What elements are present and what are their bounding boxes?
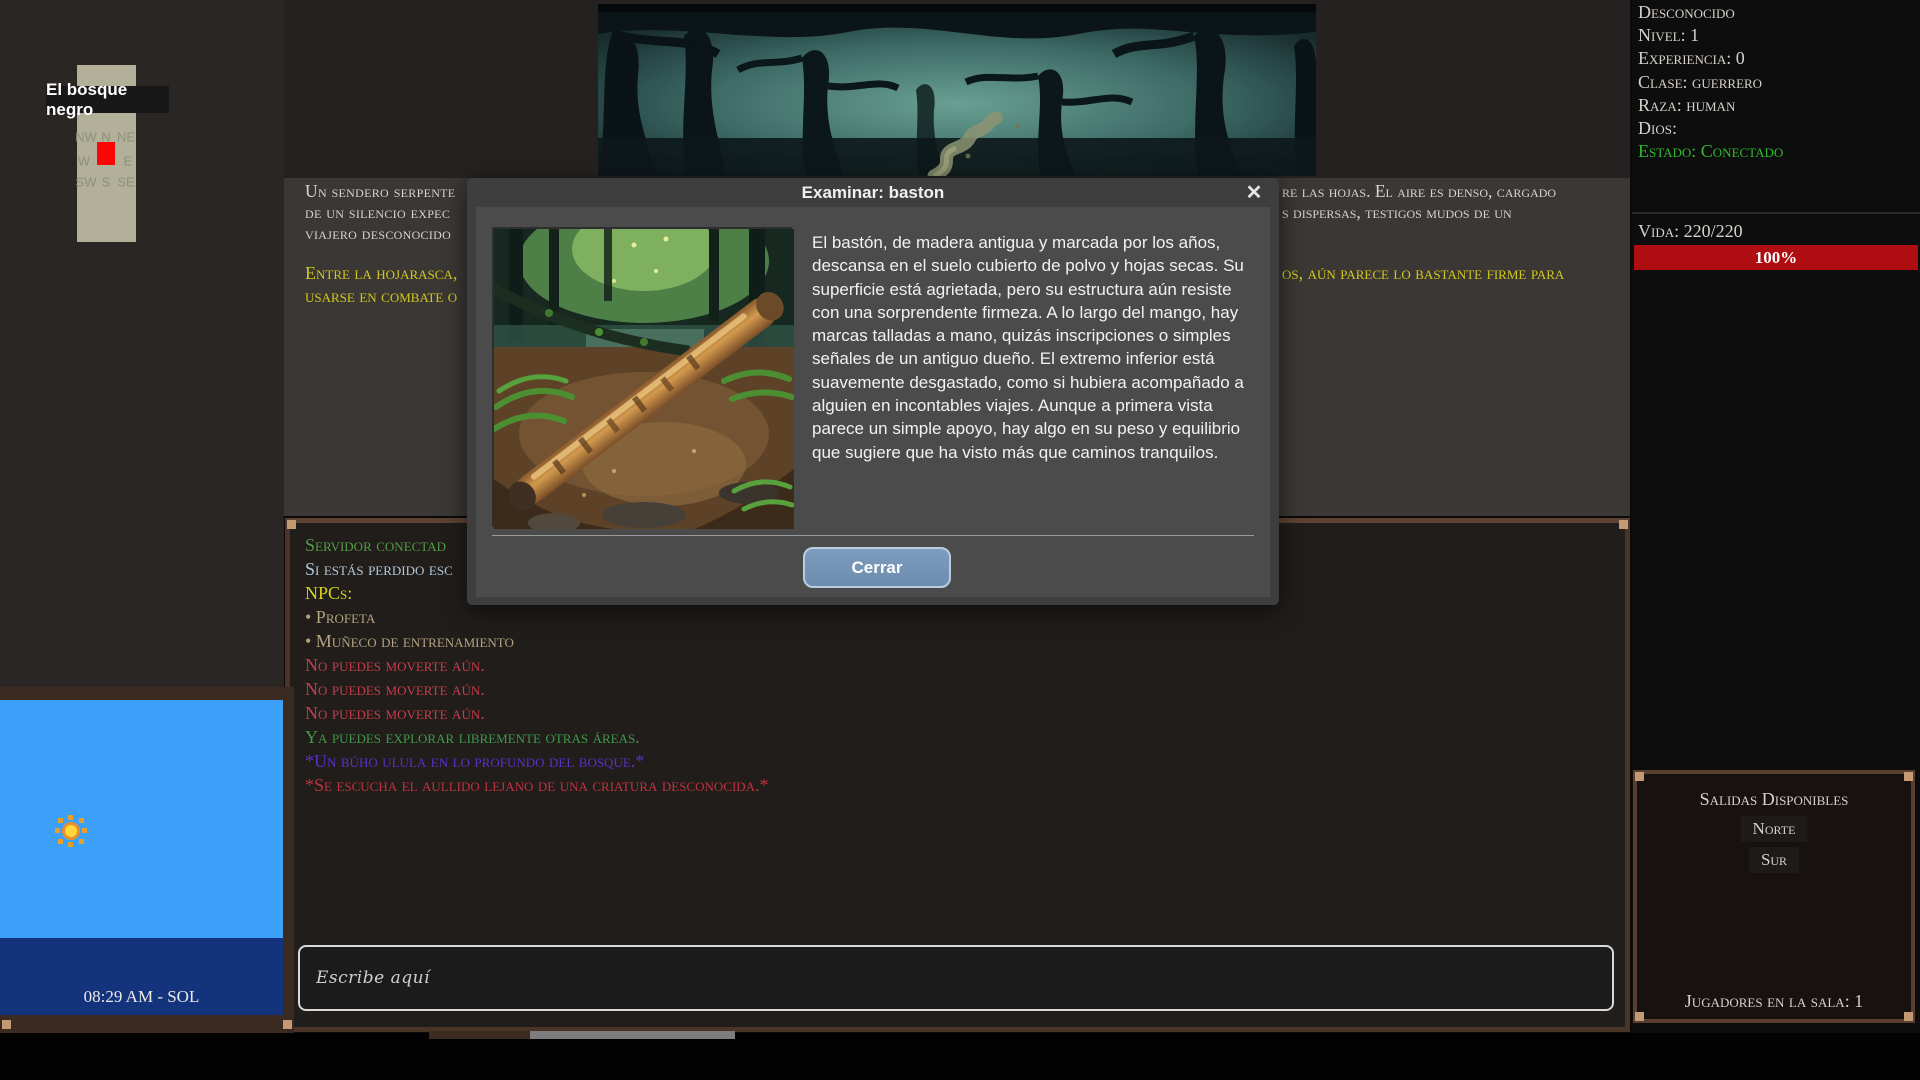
frame-corner	[1904, 1012, 1913, 1021]
chat-message: No puedes moverte aún.	[305, 653, 1485, 677]
health-bar: 100%	[1634, 245, 1918, 270]
item-image	[492, 227, 792, 527]
compass-cell-nw[interactable]: NW	[75, 130, 97, 145]
close-icon[interactable]: ✕	[1241, 180, 1267, 206]
modal-title: Examinar: baston	[467, 178, 1279, 207]
chat-message: *Un búho ulula en lo profundo del bosque…	[305, 749, 1485, 773]
frame-corner	[1635, 772, 1644, 781]
exits-panel: Salidas Disponibles Norte Sur Jugadores …	[1633, 770, 1915, 1023]
stat-level: Nivel: 1	[1638, 24, 1783, 47]
frame-corner	[283, 1020, 292, 1029]
stat-experience: Experiencia: 0	[1638, 47, 1783, 70]
item-description: El bastón, de madera antigua y marcada p…	[812, 231, 1256, 464]
frame-corner	[1904, 772, 1913, 781]
chat-message: No puedes moverte aún.	[305, 677, 1485, 701]
frame-corner	[287, 520, 296, 529]
stat-god: Dios:	[1638, 117, 1783, 140]
forest-scene-image	[598, 4, 1316, 176]
sun-icon	[57, 817, 85, 845]
item-highlight-line-1-tail: os, aún parece lo bastante firme para	[1282, 262, 1564, 284]
bottom-bar	[0, 1033, 1920, 1080]
compass-cell-ne[interactable]: NE	[117, 130, 135, 145]
chat-message: No puedes moverte aún.	[305, 701, 1485, 725]
cerrar-button[interactable]: Cerrar	[803, 547, 951, 588]
frame-debris	[530, 1031, 735, 1039]
exit-button-sur[interactable]: Sur	[1749, 847, 1799, 873]
command-input[interactable]	[298, 945, 1614, 1011]
sidebar-divider	[1632, 212, 1920, 214]
frame-corner	[2, 1020, 11, 1029]
weather-widget: 08:29 AM - SOL	[0, 687, 294, 1033]
health-label: Vida: 220/220	[1638, 221, 1743, 242]
stat-class: Clase: guerrero	[1638, 71, 1783, 94]
examine-modal: Examinar: baston ✕	[467, 178, 1279, 605]
status-badge: Estado: Conectado	[1638, 140, 1783, 163]
compass-cell-sw[interactable]: SW	[76, 175, 97, 190]
exits-title: Salidas Disponibles	[1637, 789, 1911, 810]
chat-message: • Muñeco de entrenamiento	[305, 629, 1485, 653]
room-line-1: Un sendero serpente	[305, 181, 455, 202]
player-position-marker	[97, 142, 115, 165]
modal-body: El bastón, de madera antigua y marcada p…	[476, 207, 1270, 597]
frame-debris	[429, 1031, 530, 1039]
chat-message: • Profeta	[305, 605, 1485, 629]
room-line-1-tail: re las hojas. El aire es denso, cargado	[1282, 181, 1556, 202]
game-screen: NW N NE W E SW S SE El bosque negro	[0, 0, 1920, 1080]
room-line-2: de un silencio expec	[305, 202, 450, 223]
stat-race: Raza: human	[1638, 94, 1783, 117]
players-count: Jugadores en la sala: 1	[1637, 991, 1911, 1012]
player-name: Desconocido	[1638, 1, 1783, 24]
frame-corner	[1635, 1012, 1644, 1021]
compass-cell-w[interactable]: W	[78, 154, 90, 169]
exit-button-norte[interactable]: Norte	[1741, 816, 1808, 842]
room-line-2-tail: s dispersas, testigos mudos de un	[1282, 202, 1512, 223]
compass-cell-e[interactable]: E	[124, 154, 133, 169]
modal-divider	[492, 535, 1254, 536]
room-line-3: viajero desconocido	[305, 223, 451, 244]
stats-sidebar: Desconocido Nivel: 1 Experiencia: 0 Clas…	[1632, 0, 1920, 1033]
area-name-label: El bosque negro	[46, 86, 169, 113]
item-highlight-line-1: Entre la hojarasca,	[305, 262, 457, 284]
sky-panel	[0, 700, 283, 938]
item-highlight-line-2: usarse en combate o	[305, 285, 457, 307]
chat-message: *Se escucha el aullido lejano de una cri…	[305, 773, 1485, 797]
time-strip: 08:29 AM - SOL	[0, 938, 283, 1015]
time-label: 08:29 AM - SOL	[84, 987, 200, 1007]
map-region: NW N NE W E SW S SE El bosque negro	[0, 0, 284, 690]
compass-cell-s[interactable]: S	[102, 175, 111, 190]
frame-corner	[1619, 520, 1628, 529]
chat-message: Ya puedes explorar libremente otras área…	[305, 725, 1485, 749]
compass-cell-se[interactable]: SE	[117, 175, 134, 190]
